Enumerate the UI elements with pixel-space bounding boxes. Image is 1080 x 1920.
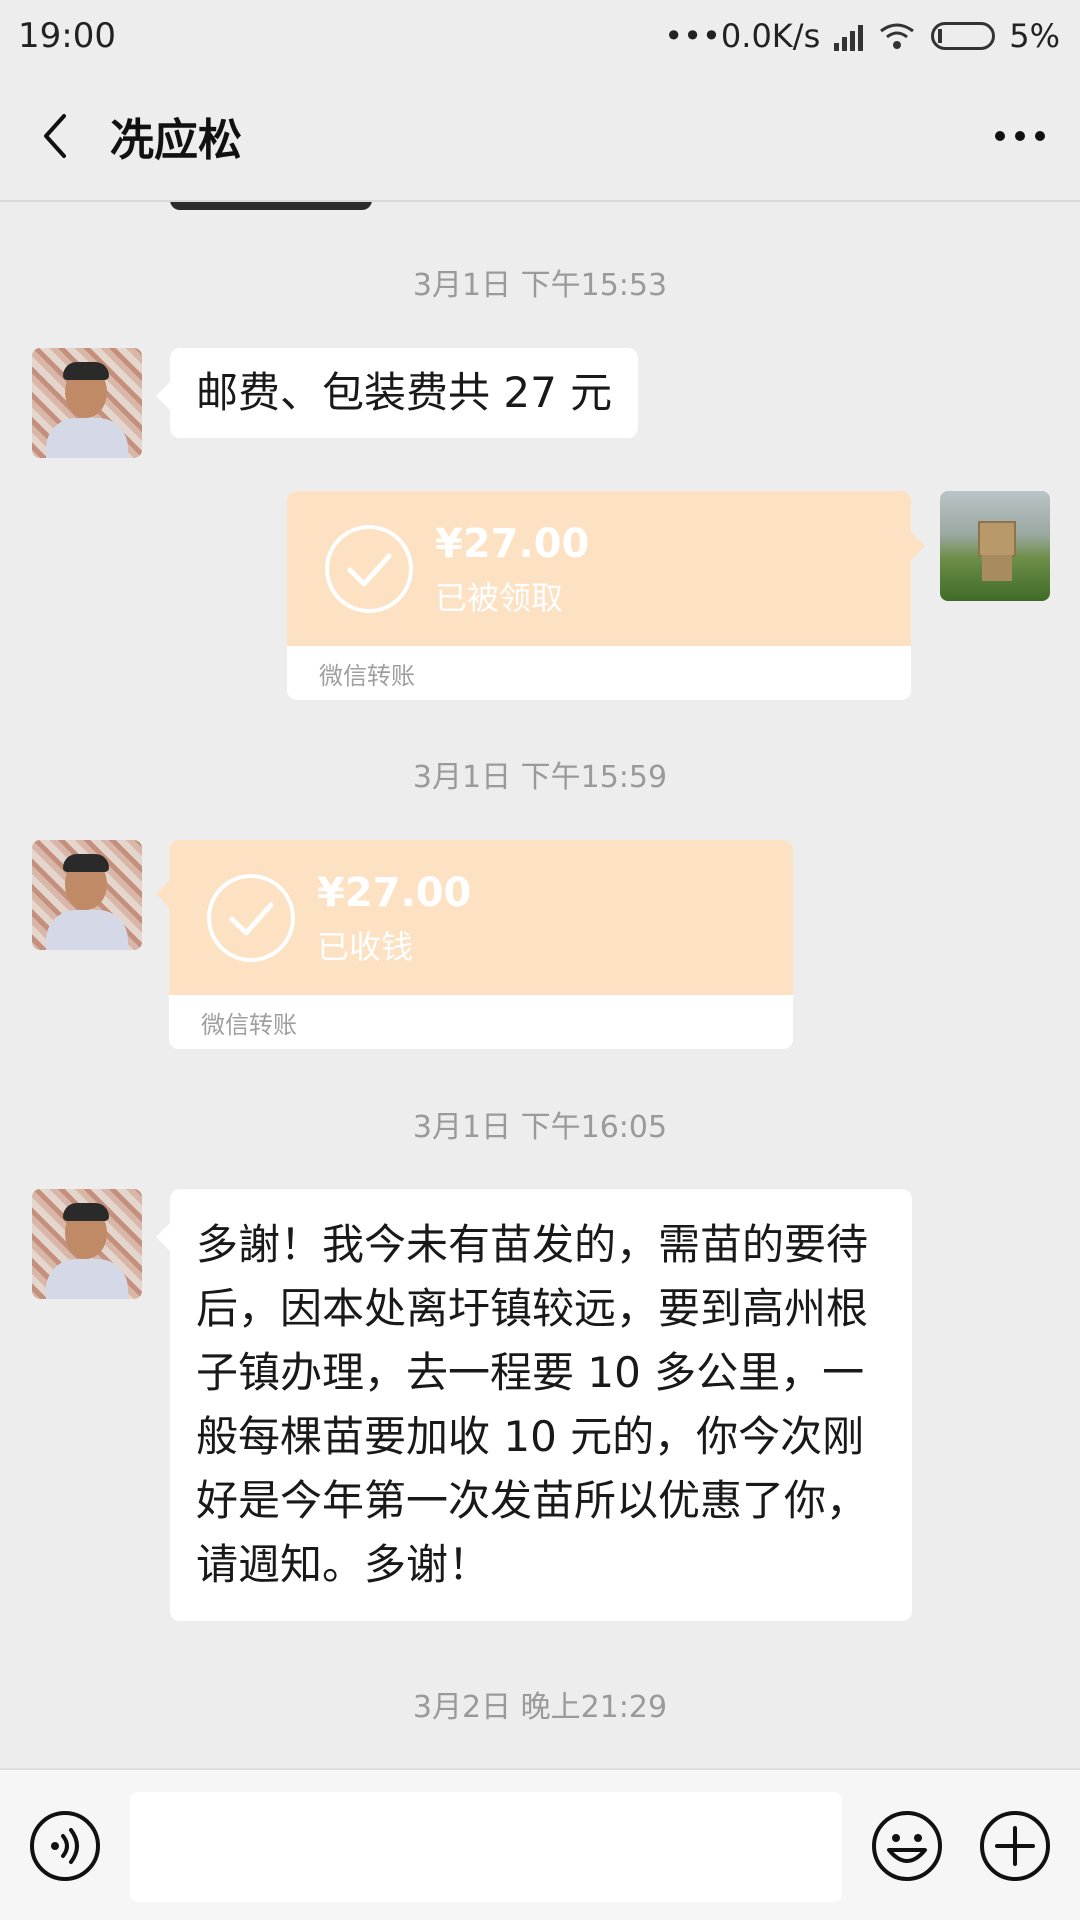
bubble-tail (911, 532, 925, 560)
more-dot (995, 131, 1005, 141)
transfer-status: 已收钱 (317, 928, 414, 966)
status-right: •••0.0K/s 5% (664, 17, 1060, 55)
more-dot (1015, 131, 1025, 141)
timestamp: 3月1日 下午16:05 (412, 1110, 668, 1145)
transfer-card-body: ¥27.00 已收钱 (169, 840, 793, 995)
message-input[interactable] (130, 1792, 842, 1902)
message-bubble[interactable]: 邮费、包装费共 27 元 (155, 348, 639, 438)
message-line: 后，因本处离圩镇较远，要到高州根 (196, 1284, 869, 1333)
battery-icon (931, 22, 996, 50)
transfer-amount: ¥27.00 (435, 521, 590, 567)
timestamp: 3月2日 晚上21:29 (412, 1690, 668, 1725)
voice-icon[interactable] (29, 1810, 101, 1882)
status-time: 19:00 (18, 16, 116, 56)
signal-icon (834, 21, 864, 51)
more-dot (1035, 131, 1045, 141)
message-line: 好是今年第一次发苗所以优惠了你， (196, 1476, 869, 1525)
transfer-card-sent[interactable]: ¥27.00 已被领取 微信转账 (287, 491, 911, 700)
chat-title: 冼应松 (110, 115, 242, 166)
transfer-status: 已被领取 (435, 579, 564, 617)
message-line: 请週知。多谢！ (196, 1540, 491, 1589)
message-line: 子镇办理，去一程要 10 多公里，一 (196, 1348, 865, 1397)
chat-header: 冼应松 (0, 72, 1080, 202)
chevron-left-icon (44, 114, 66, 158)
input-bar (0, 1768, 1080, 1920)
status-bar: 19:00 •••0.0K/s 5% (0, 0, 1080, 72)
message-line: 多謝！我今未有苗发的，需苗的要待 (196, 1220, 869, 1269)
network-speed: •••0.0K/s (664, 17, 821, 55)
message-bubble[interactable]: 多謝！我今未有苗发的，需苗的要待 后，因本处离圩镇较远，要到高州根 子镇办理，去… (156, 1189, 912, 1621)
contact-avatar[interactable] (32, 348, 142, 458)
contact-avatar[interactable] (32, 840, 142, 950)
transfer-footer: 微信转账 (287, 646, 911, 700)
battery-percent: 5% (1009, 17, 1060, 55)
emoji-icon[interactable] (871, 1810, 943, 1882)
my-avatar[interactable] (940, 491, 1050, 601)
transfer-footer: 微信转账 (169, 995, 793, 1049)
contact-avatar[interactable] (32, 1189, 142, 1299)
previous-message-edge (170, 202, 372, 210)
timestamp: 3月1日 下午15:53 (412, 268, 668, 303)
plus-icon[interactable] (979, 1810, 1051, 1882)
timestamp: 3月1日 下午15:59 (412, 760, 668, 795)
message-line: 般每棵苗要加收 10 元的，你今次刚 (196, 1412, 865, 1461)
message-text: 邮费、包装费共 27 元 (196, 368, 613, 417)
chat-area[interactable]: 3月1日 下午15:53 邮费、包装费共 27 元 ¥27.00 已被领取 微信… (0, 202, 1080, 1768)
transfer-amount: ¥27.00 (317, 870, 472, 916)
check-circle-icon (207, 874, 295, 962)
bubble-tail (156, 880, 170, 908)
transfer-card-body: ¥27.00 已被领取 (287, 491, 911, 646)
back-button[interactable] (0, 71, 110, 201)
more-options-button[interactable] (960, 71, 1080, 201)
wifi-icon (880, 23, 915, 49)
check-circle-icon (325, 525, 413, 613)
transfer-card-received[interactable]: ¥27.00 已收钱 微信转账 (169, 840, 793, 1049)
